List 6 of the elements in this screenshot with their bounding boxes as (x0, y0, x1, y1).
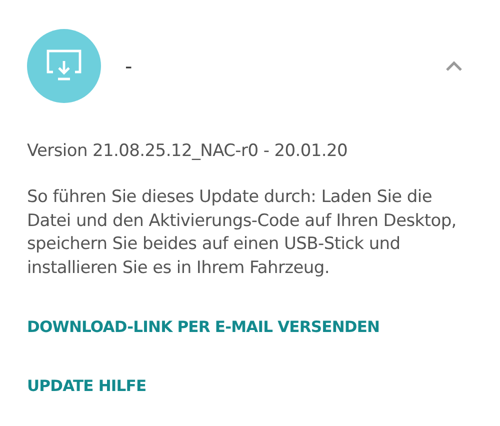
update-title: - (125, 53, 134, 80)
chevron-up-icon (445, 61, 463, 71)
action-link[interactable]: UPDATE HILFE (27, 375, 146, 397)
version-text: Version 21.08.25.12_NAC-r0 - 20.01.20 (27, 140, 349, 163)
action-link[interactable]: DOWNLOAD-LINK PER E-MAIL VERSENDEN (27, 316, 380, 338)
instructions-text: So führen Sie dieses Update durch: Laden Sie die Datei und den Aktivierungs-Code auf Ihren Desktop, speichern Sie beides auf einen USB-Stick und installieren Sie es in Ihrem Fahrzeug. (27, 186, 458, 280)
